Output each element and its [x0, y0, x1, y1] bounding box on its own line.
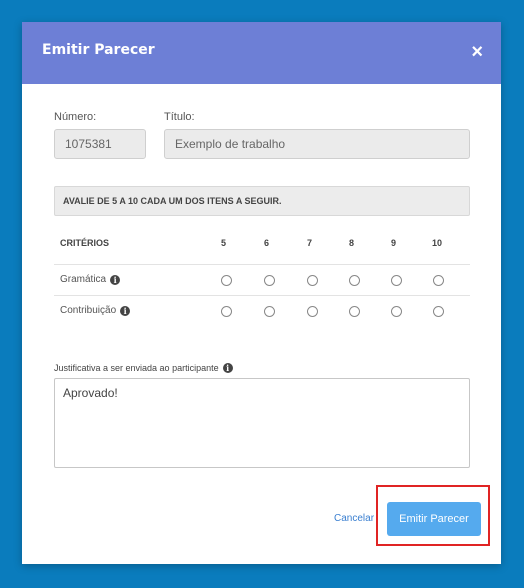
info-icon[interactable]: i	[110, 274, 121, 285]
highlight-box	[376, 485, 490, 546]
gramatica-radio-7[interactable]	[307, 275, 318, 286]
numero-label: Número:	[54, 111, 97, 123]
score-header-7: 7	[307, 238, 313, 248]
row-divider	[54, 264, 470, 265]
score-header-10: 10	[432, 238, 443, 248]
row-divider	[54, 295, 470, 296]
contribuicao-radio-9[interactable]	[391, 306, 402, 317]
contribuicao-radio-8[interactable]	[349, 306, 360, 317]
gramatica-radio-5[interactable]	[221, 275, 232, 286]
criterion-gramatica: Gramática i	[60, 274, 121, 285]
modal-header: Emitir Parecer ×	[22, 22, 501, 84]
info-icon[interactable]: i	[222, 363, 233, 373]
score-header-5: 5	[221, 238, 227, 248]
justificativa-textarea[interactable]: Aprovado!	[54, 378, 470, 468]
score-header-6: 6	[264, 238, 270, 248]
gramatica-radio-9[interactable]	[391, 275, 402, 286]
criteria-header: CRITÉRIOS	[60, 238, 110, 248]
cancel-button[interactable]: Cancelar	[334, 513, 374, 524]
instructions-banner: AVALIE DE 5 A 10 CADA UM DOS ITENS A SEG…	[54, 186, 470, 216]
emitir-parecer-modal: Emitir Parecer × Número: 1075381 Título:…	[22, 22, 501, 564]
gramatica-radio-10[interactable]	[433, 275, 444, 286]
titulo-field[interactable]: Exemplo de trabalho	[164, 129, 470, 159]
info-icon[interactable]: i	[120, 305, 131, 316]
gramatica-radio-6[interactable]	[264, 275, 275, 286]
gramatica-radio-8[interactable]	[349, 275, 360, 286]
criterion-label: Contribuição	[60, 305, 117, 316]
criterion-label: Gramática	[60, 274, 107, 285]
justificativa-label: Justificativa a ser enviada ao participa…	[54, 363, 219, 373]
contribuicao-radio-6[interactable]	[264, 306, 275, 317]
close-icon[interactable]: ×	[471, 40, 483, 64]
contribuicao-radio-7[interactable]	[307, 306, 318, 317]
score-header-8: 8	[349, 238, 355, 248]
justificativa-label-row: Justificativa a ser enviada ao participa…	[54, 363, 233, 373]
criterion-contribuicao: Contribuição i	[60, 305, 131, 316]
numero-field[interactable]: 1075381	[54, 129, 146, 159]
titulo-label: Título:	[164, 111, 195, 123]
modal-title: Emitir Parecer	[42, 42, 155, 58]
contribuicao-radio-10[interactable]	[433, 306, 444, 317]
score-header-9: 9	[391, 238, 397, 248]
contribuicao-radio-5[interactable]	[221, 306, 232, 317]
